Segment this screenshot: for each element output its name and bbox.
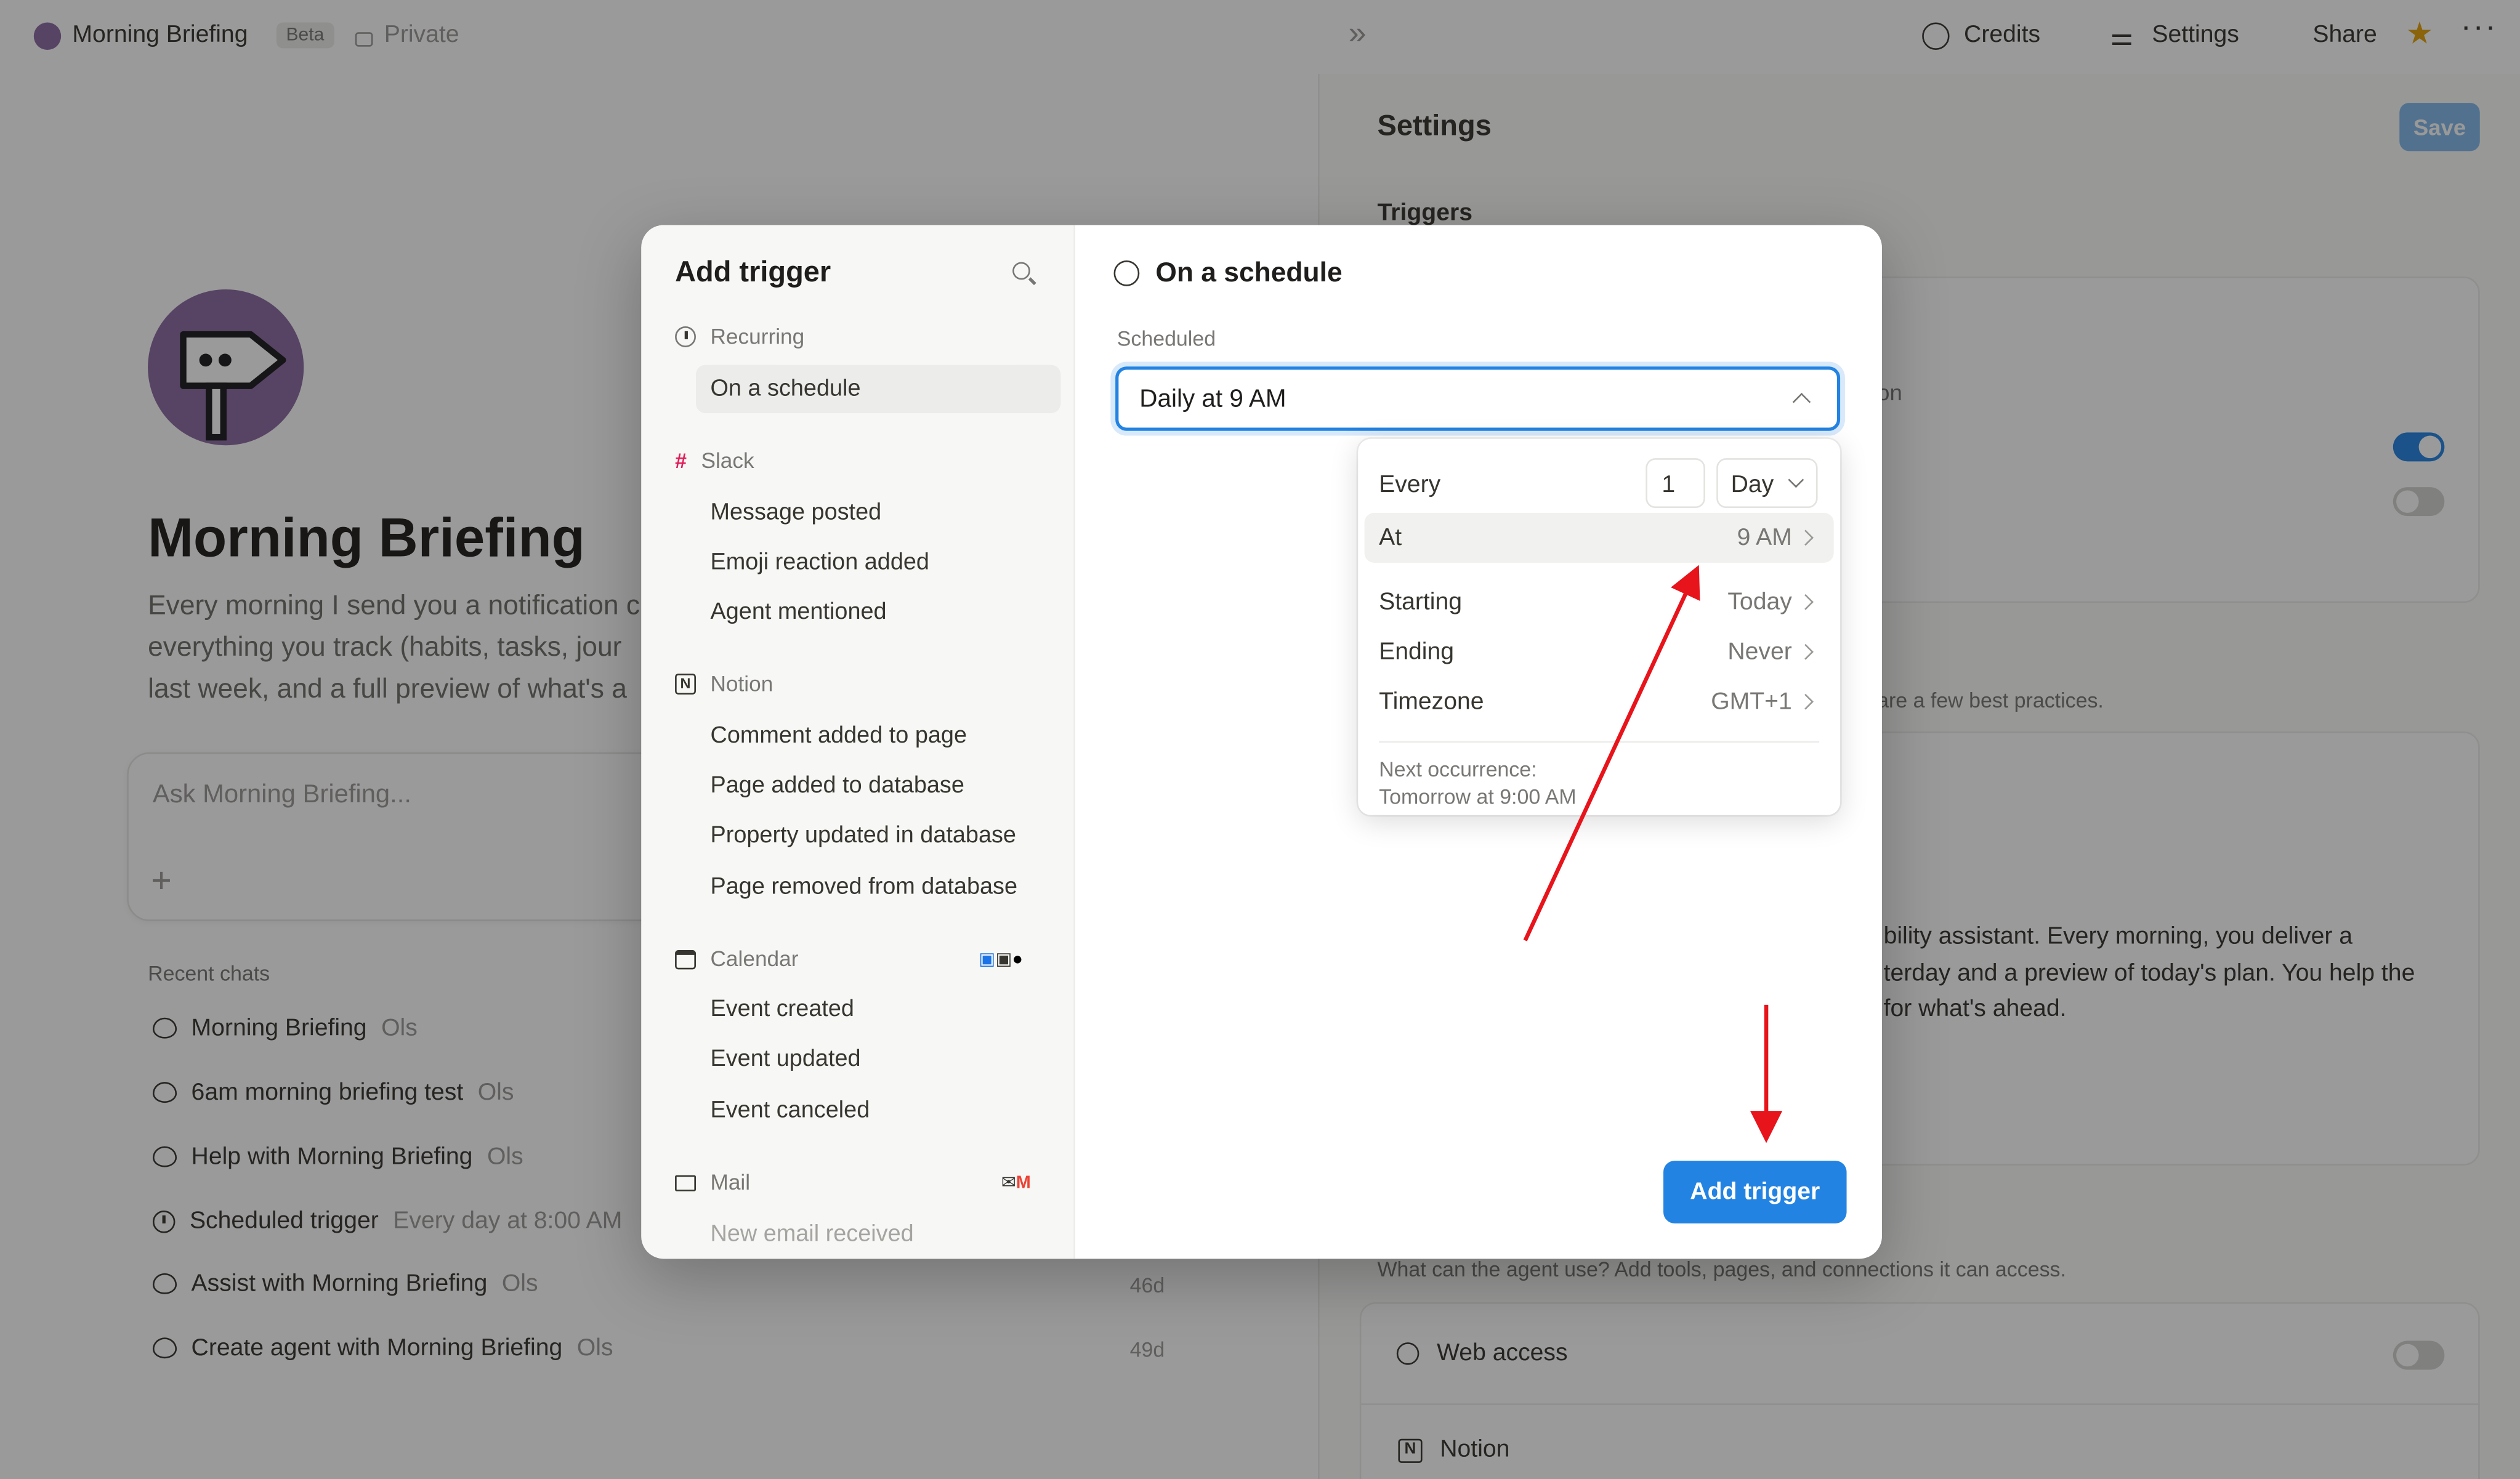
arrow-to-at-row xyxy=(1523,565,1700,941)
annotation-arrows xyxy=(1523,565,1783,1143)
